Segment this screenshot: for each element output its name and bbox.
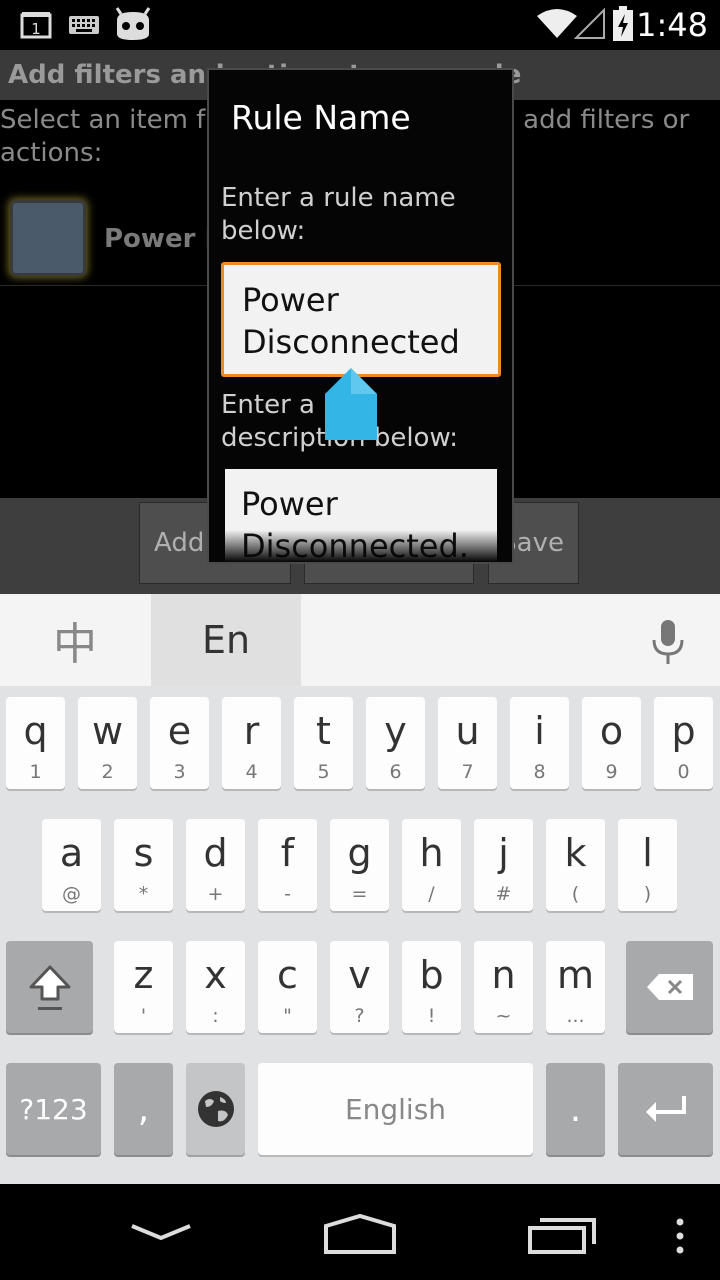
key-m[interactable]: m... xyxy=(546,941,605,1033)
back-icon[interactable] xyxy=(128,1218,194,1248)
backspace-key[interactable] xyxy=(626,941,713,1033)
key-s[interactable]: s * xyxy=(114,819,173,911)
chinese-input-tab[interactable]: 中 xyxy=(0,594,150,686)
symbols-key-label: ?123 xyxy=(19,1092,88,1126)
rule-name-label: Enter a rule name below: xyxy=(221,183,456,246)
battery-charging-icon xyxy=(612,6,634,42)
rule-name-dialog: Rule Name Enter a rule name below: Power… xyxy=(207,68,514,564)
dialog-title: Rule Name xyxy=(231,98,411,137)
key-o[interactable]: o9 xyxy=(582,697,641,789)
key-v[interactable]: v? xyxy=(330,941,389,1033)
rule-icon xyxy=(10,200,86,276)
svg-text:1: 1 xyxy=(31,20,41,38)
space-key-label: English xyxy=(344,1092,447,1126)
overflow-menu-icon[interactable] xyxy=(672,1216,688,1256)
comma-key[interactable]: , xyxy=(114,1063,173,1155)
key-y[interactable]: y6 xyxy=(366,697,425,789)
period-key[interactable]: . xyxy=(546,1063,605,1155)
key-x[interactable]: x: xyxy=(186,941,245,1033)
period-key-label: . xyxy=(569,1088,582,1130)
key-d[interactable]: d + xyxy=(186,819,245,911)
english-input-tab[interactable]: En xyxy=(151,594,301,686)
key-e[interactable]: e3 xyxy=(150,697,209,789)
key-a[interactable]: a @ xyxy=(42,819,101,911)
globe-icon xyxy=(186,1063,245,1155)
key-p[interactable]: p0 xyxy=(654,697,713,789)
key-k[interactable]: k( xyxy=(546,819,605,911)
enter-icon xyxy=(618,1063,713,1155)
home-icon[interactable] xyxy=(322,1212,398,1256)
key-q[interactable]: q1 xyxy=(6,697,65,789)
notification-count-icon: 1 xyxy=(20,11,52,39)
comma-key-label: , xyxy=(137,1088,150,1130)
key-n[interactable]: n ~ xyxy=(474,941,533,1033)
shift-key[interactable] xyxy=(6,941,93,1033)
space-key[interactable]: English xyxy=(258,1063,533,1155)
rule-name-input[interactable]: Power Disconnected xyxy=(221,262,501,377)
key-c[interactable]: c " xyxy=(258,941,317,1033)
symbols-key[interactable]: ?123 xyxy=(6,1063,101,1155)
shift-icon xyxy=(6,941,93,1033)
clock: 1:48 xyxy=(636,6,708,44)
key-w[interactable]: w2 xyxy=(78,697,137,789)
key-j[interactable]: j # xyxy=(474,819,533,911)
wifi-icon xyxy=(536,8,578,40)
key-f[interactable]: f- xyxy=(258,819,317,911)
signal-icon xyxy=(573,7,606,40)
status-bar: 1 1:48 xyxy=(0,0,720,50)
language-switch-key[interactable] xyxy=(186,1063,245,1155)
key-h[interactable]: h / xyxy=(402,819,461,911)
keyboard-top-bar: 中 En xyxy=(0,594,720,686)
microphone-icon[interactable] xyxy=(640,614,696,670)
text-cursor-handle[interactable] xyxy=(325,368,377,440)
recent-apps-icon[interactable] xyxy=(526,1214,598,1256)
scroll-fade xyxy=(209,530,512,562)
key-u[interactable]: u7 xyxy=(438,697,497,789)
cyanogenmod-icon xyxy=(113,6,153,42)
key-z[interactable]: z ' xyxy=(114,941,173,1033)
keyboard-icon xyxy=(68,14,100,36)
key-i[interactable]: i8 xyxy=(510,697,569,789)
key-r[interactable]: r4 xyxy=(222,697,281,789)
key-t[interactable]: t5 xyxy=(294,697,353,789)
soft-keyboard: 中 En q1 w2 e3 r4 t5 y6 u7 i8 o9 p0 a @ s *… xyxy=(0,594,720,1184)
key-b[interactable]: b! xyxy=(402,941,461,1033)
navigation-bar xyxy=(0,1184,720,1280)
key-g[interactable]: g = xyxy=(330,819,389,911)
enter-key[interactable] xyxy=(618,1063,713,1155)
backspace-icon xyxy=(626,941,713,1033)
key-l[interactable]: l) xyxy=(618,819,677,911)
